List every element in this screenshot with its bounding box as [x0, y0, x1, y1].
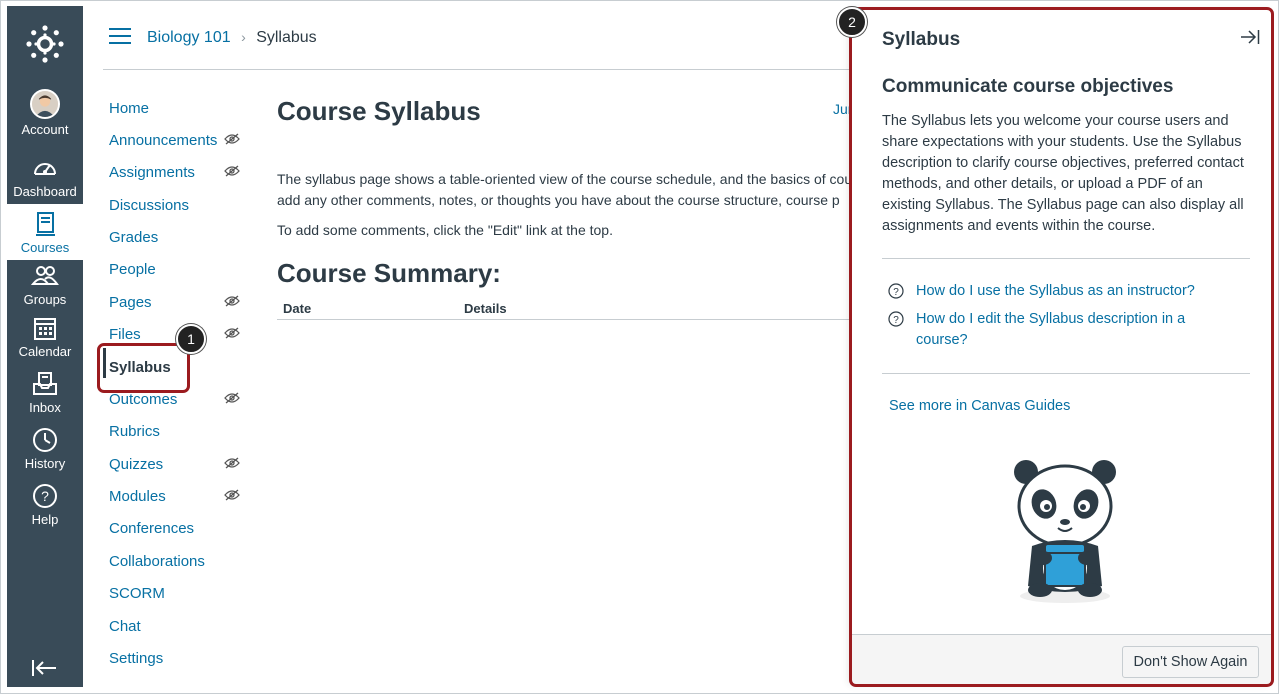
callout-badge-1: 1 [176, 324, 206, 354]
gnav-groups[interactable]: Groups [7, 262, 83, 312]
gnav-dashboard[interactable]: Dashboard [7, 154, 83, 204]
gnav-account-label: Account [21, 122, 69, 137]
syllabus-description: The syllabus page shows a table-oriented… [277, 169, 857, 211]
breadcrumb-course-link[interactable]: Biology 101 [147, 29, 231, 46]
breadcrumb-separator: › [241, 29, 246, 45]
course-nav-rubrics[interactable]: Rubrics [109, 423, 160, 440]
gnav-inbox-label: Inbox [29, 400, 61, 415]
course-nav-pages[interactable]: Pages [109, 294, 152, 311]
page-title: Course Syllabus [277, 96, 481, 126]
syllabus-description-line-1: The syllabus page shows a table-oriented… [277, 171, 853, 187]
global-navigation: Account Dashboard Courses Groups Calenda… [7, 6, 83, 687]
edit-hint-text: To add some comments, click the "Edit" l… [277, 222, 613, 238]
gnav-inbox[interactable]: Inbox [7, 370, 83, 422]
hidden-eye-icon [224, 392, 240, 404]
inbox-icon [33, 372, 57, 395]
history-icon [33, 428, 57, 452]
course-menu-toggle-icon[interactable] [109, 28, 131, 46]
callout-box-syllabus-tray [849, 7, 1274, 687]
gnav-courses[interactable]: Courses [7, 204, 83, 260]
collapse-nav-icon[interactable] [31, 657, 59, 679]
course-nav-chat[interactable]: Chat [109, 618, 141, 635]
course-nav-settings[interactable]: Settings [109, 650, 163, 667]
course-nav-home[interactable]: Home [109, 100, 149, 117]
course-summary-table-header: Date Details [277, 298, 857, 320]
course-nav-files[interactable]: Files [109, 326, 141, 343]
calendar-icon [34, 318, 56, 340]
page-header: Biology 101 › Syllabus [103, 6, 863, 70]
account-avatar [30, 89, 60, 119]
hidden-eye-icon [224, 133, 240, 145]
breadcrumb-current: Syllabus [256, 29, 317, 46]
svg-text:?: ? [41, 488, 49, 504]
gnav-history[interactable]: History [7, 426, 83, 478]
course-nav-grades[interactable]: Grades [109, 229, 158, 246]
column-header-details: Details [464, 301, 507, 316]
callout-badge-2: 2 [837, 7, 867, 37]
gnav-courses-label: Courses [20, 240, 70, 255]
gnav-account[interactable]: Account [7, 89, 83, 141]
course-nav-scorm[interactable]: SCORM [109, 585, 165, 602]
course-nav-collaborations[interactable]: Collaborations [109, 553, 205, 570]
course-summary-title: Course Summary: [277, 258, 501, 288]
course-nav-quizzes[interactable]: Quizzes [109, 456, 163, 473]
groups-icon [30, 266, 59, 285]
help-icon: ? [33, 484, 57, 508]
course-nav-discussions[interactable]: Discussions [109, 197, 189, 214]
course-nav-announcements[interactable]: Announcements [109, 132, 217, 149]
gnav-help-label: Help [31, 512, 59, 527]
syllabus-description-line-2: add any other comments, notes, or though… [277, 192, 840, 208]
callout-box-syllabus-nav [97, 343, 190, 393]
gnav-calendar-label: Calendar [18, 344, 72, 359]
course-nav-modules[interactable]: Modules [109, 488, 166, 505]
hidden-eye-icon [224, 295, 240, 307]
gnav-dashboard-label: Dashboard [13, 184, 77, 199]
hidden-eye-icon [224, 457, 240, 469]
hidden-eye-icon [224, 165, 240, 177]
course-nav-assignments[interactable]: Assignments [109, 164, 195, 181]
canvas-logo-icon[interactable] [25, 24, 65, 64]
breadcrumb: Biology 101 › Syllabus [147, 29, 317, 47]
gnav-groups-label: Groups [23, 292, 67, 307]
column-header-date: Date [283, 301, 312, 316]
gnav-history-label: History [24, 456, 66, 471]
dashboard-icon [34, 163, 56, 175]
course-nav-people[interactable]: People [109, 261, 156, 278]
courses-icon [36, 212, 55, 236]
gnav-help[interactable]: ? Help [7, 482, 83, 534]
hidden-eye-icon [224, 489, 240, 501]
hidden-eye-icon [224, 327, 240, 339]
course-nav-conferences[interactable]: Conferences [109, 520, 194, 537]
gnav-calendar[interactable]: Calendar [7, 314, 83, 366]
course-nav-outcomes[interactable]: Outcomes [109, 391, 177, 408]
